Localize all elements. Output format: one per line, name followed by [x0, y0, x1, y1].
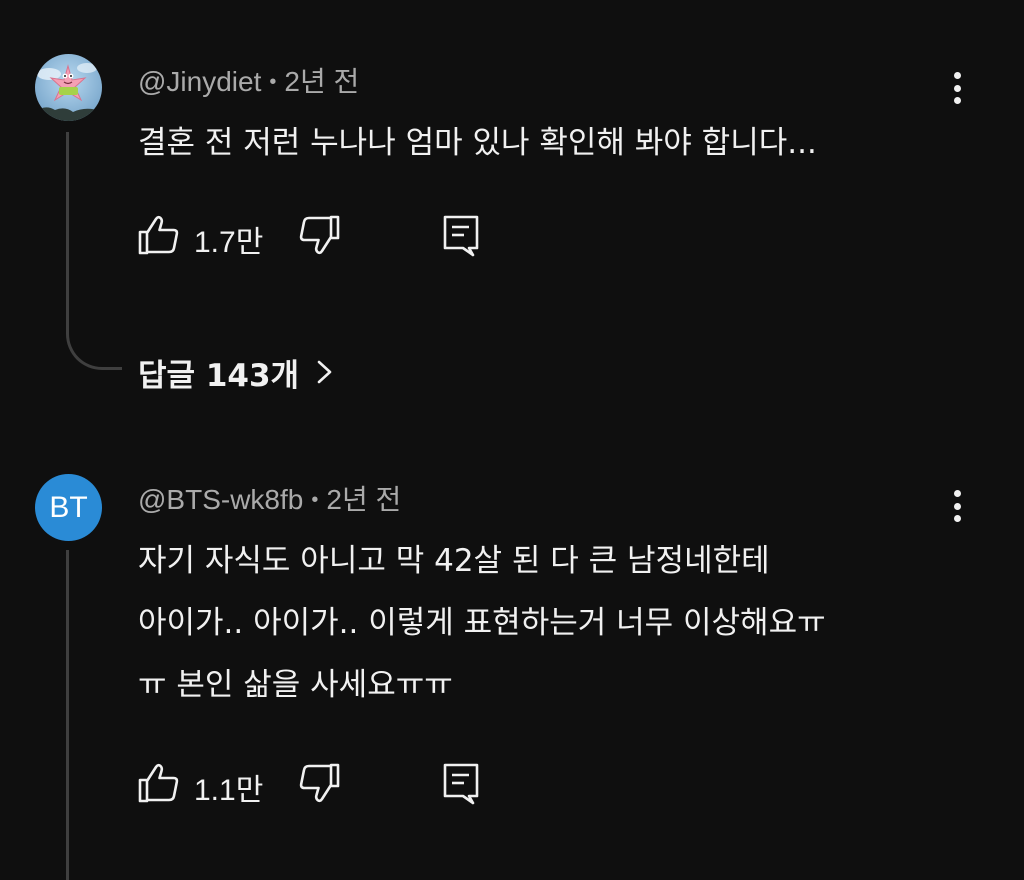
- like-count: 1.1만: [194, 774, 264, 807]
- avatar[interactable]: [35, 54, 102, 121]
- thread-line: [66, 550, 69, 880]
- more-vert-icon[interactable]: [944, 484, 970, 528]
- replies-label: 답글 143개: [138, 357, 300, 394]
- meta-separator: •: [311, 489, 319, 511]
- avatar-initials: BT: [49, 490, 88, 524]
- reply-comment-icon[interactable]: [438, 212, 484, 258]
- reply-comment-icon[interactable]: [438, 760, 484, 806]
- more-vert-icon[interactable]: [944, 66, 970, 110]
- comment-thread: BT @BTS-wk8fb • 2년 전 자기 자식도 아니고 막 42살 된 다 …: [0, 440, 1024, 880]
- chevron-right-icon: [317, 360, 332, 384]
- comment-meta: @Jinydiet • 2년 전: [138, 60, 359, 100]
- view-replies-button[interactable]: 답글 143개: [138, 350, 337, 394]
- comment-meta: @BTS-wk8fb • 2년 전: [138, 478, 401, 518]
- thread-connector: [66, 318, 122, 370]
- starfish-cartoon-avatar: [35, 54, 102, 121]
- thumbs-up-icon[interactable]: [136, 212, 182, 258]
- comment-time[interactable]: 2년 전: [284, 66, 359, 97]
- comment-line: 아이가.. 아이가.. 이렇게 표현하는거 너무 이상해요ㅠ: [138, 605, 826, 641]
- like-count: 1.7만: [194, 226, 264, 259]
- comment-line: ㅠ 본인 삶을 사세요ㅠㅠ: [138, 667, 453, 703]
- comment-actions: 1.1만: [136, 758, 536, 808]
- comment-line: 결혼 전 저런 누나나 엄마 있나 확인해 봐야 합니다...: [138, 125, 817, 161]
- avatar[interactable]: BT: [35, 474, 102, 541]
- thumbs-up-icon[interactable]: [136, 760, 182, 806]
- author-handle[interactable]: @Jinydiet: [138, 66, 261, 97]
- comment-thread: @Jinydiet • 2년 전 결혼 전 저런 누나나 엄마 있나 확인해 봐야 …: [0, 0, 1024, 440]
- comment-time[interactable]: 2년 전: [326, 484, 401, 515]
- comment-line: 자기 자식도 아니고 막 42살 된 다 큰 남정네한테: [138, 543, 770, 579]
- thumbs-down-icon[interactable]: [296, 212, 342, 258]
- comment-actions: 1.7만: [136, 210, 536, 260]
- meta-separator: •: [269, 71, 277, 93]
- comment-text: 결혼 전 저런 누나나 엄마 있나 확인해 봐야 합니다...: [138, 112, 817, 174]
- thumbs-down-icon[interactable]: [296, 760, 342, 806]
- author-handle[interactable]: @BTS-wk8fb: [138, 484, 303, 515]
- comment-text: 자기 자식도 아니고 막 42살 된 다 큰 남정네한테 아이가.. 아이가..…: [138, 530, 826, 716]
- thread-line: [66, 132, 69, 334]
